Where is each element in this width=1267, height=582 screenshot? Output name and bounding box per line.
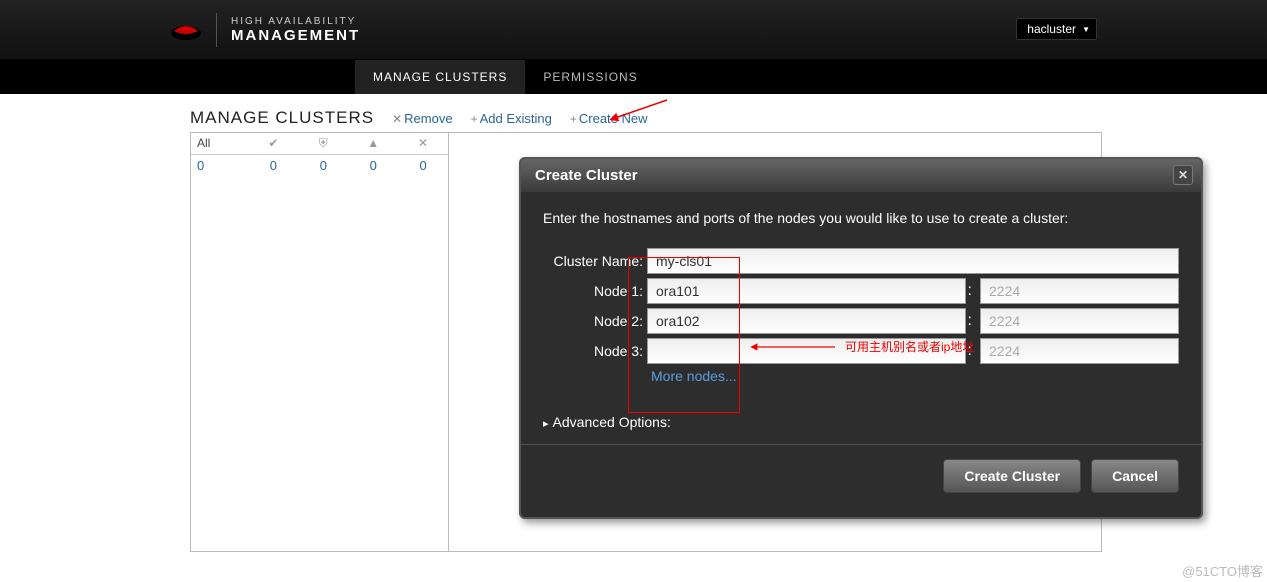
- dialog-title: Create Cluster: [535, 167, 638, 184]
- count-all[interactable]: 0: [191, 155, 248, 176]
- dialog-buttons: Create Cluster Cancel: [543, 459, 1179, 507]
- node2-port-input[interactable]: [980, 308, 1179, 334]
- colon-sep: :: [966, 282, 974, 300]
- plus-icon: +: [570, 112, 577, 126]
- plus-icon: +: [471, 112, 478, 126]
- remove-link[interactable]: ✕Remove: [392, 111, 452, 126]
- user-dropdown[interactable]: hacluster: [1016, 18, 1097, 40]
- brand-text: HIGH AVAILABILITY MANAGEMENT: [231, 16, 360, 44]
- redhat-logo-icon: [170, 19, 202, 41]
- close-icon[interactable]: ✕: [398, 133, 448, 154]
- count-warn[interactable]: 0: [348, 155, 398, 176]
- node1-label: Node 1:: [543, 283, 647, 299]
- cluster-name-input[interactable]: [647, 248, 1179, 274]
- count-ok[interactable]: 0: [248, 155, 298, 176]
- dialog-header: Create Cluster ✕: [521, 159, 1201, 192]
- cluster-list-sidebar: All ✔ ⛨ ▲ ✕ 0 0 0 0 0: [191, 133, 449, 551]
- node1-host-input[interactable]: [647, 278, 966, 304]
- node2-label: Node 2:: [543, 313, 647, 329]
- dialog-intro-text: Enter the hostnames and ports of the nod…: [543, 210, 1179, 226]
- filter-header: All ✔ ⛨ ▲ ✕: [191, 133, 448, 155]
- logo-divider: [216, 13, 217, 47]
- user-label: hacluster: [1027, 22, 1076, 36]
- watermark: @51CTO博客: [1182, 561, 1263, 580]
- filter-all[interactable]: All: [191, 133, 248, 154]
- filter-counts: 0 0 0 0 0: [191, 155, 448, 176]
- cluster-name-label: Cluster Name:: [543, 253, 647, 269]
- more-nodes-link[interactable]: More nodes...: [651, 368, 1179, 384]
- tab-permissions[interactable]: PERMISSIONS: [525, 60, 655, 94]
- row-cluster-name: Cluster Name:: [543, 248, 1179, 274]
- create-cluster-button[interactable]: Create Cluster: [943, 459, 1081, 493]
- nav-bar: MANAGE CLUSTERS PERMISSIONS: [0, 60, 1267, 94]
- tab-manage-clusters[interactable]: MANAGE CLUSTERS: [355, 60, 525, 94]
- dialog-close-button[interactable]: ✕: [1173, 165, 1193, 185]
- top-bar: HIGH AVAILABILITY MANAGEMENT hacluster: [0, 0, 1267, 60]
- node2-host-input[interactable]: [647, 308, 966, 334]
- cancel-button[interactable]: Cancel: [1091, 459, 1179, 493]
- count-shield[interactable]: 0: [298, 155, 348, 176]
- row-node-2: Node 2: :: [543, 308, 1179, 334]
- page-title: MANAGE CLUSTERS: [190, 108, 374, 128]
- warning-icon[interactable]: ▲: [348, 133, 398, 154]
- advanced-options-toggle[interactable]: Advanced Options:: [543, 414, 1179, 430]
- node3-label: Node 3:: [543, 343, 647, 359]
- node3-port-input[interactable]: [980, 338, 1179, 364]
- brand-title: MANAGEMENT: [231, 27, 360, 44]
- count-err[interactable]: 0: [398, 155, 448, 176]
- annotation-hint-text: 可用主机别名或者ip地址: [845, 338, 974, 355]
- node1-port-input[interactable]: [980, 278, 1179, 304]
- row-node-1: Node 1: :: [543, 278, 1179, 304]
- brand-subtitle: HIGH AVAILABILITY: [231, 16, 360, 27]
- check-icon[interactable]: ✔: [248, 133, 298, 154]
- colon-sep: :: [966, 312, 974, 330]
- annotation-node-hint: 可用主机别名或者ip地址: [749, 338, 974, 355]
- add-existing-link[interactable]: +Add Existing: [471, 111, 552, 126]
- dialog-divider: [521, 444, 1201, 445]
- shield-icon[interactable]: ⛨: [298, 133, 348, 154]
- annotation-arrow-create-new: [607, 96, 677, 131]
- remove-icon: ✕: [392, 112, 402, 126]
